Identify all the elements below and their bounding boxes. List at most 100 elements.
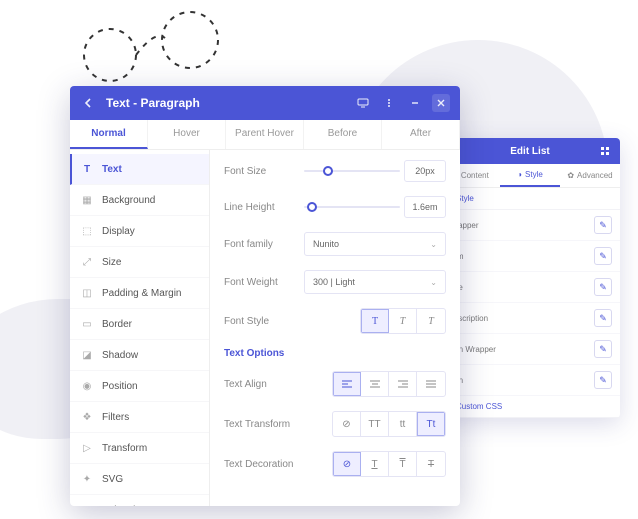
border-icon: ▭ (80, 317, 94, 331)
tab-after[interactable]: After (382, 120, 460, 149)
sidebar-item-position[interactable]: ◉Position (70, 371, 209, 402)
text-align-label: Text Align (224, 379, 304, 390)
transform-icon: ▷ (80, 441, 94, 455)
sidebar-item-svg[interactable]: ✦SVG (70, 464, 209, 495)
position-icon: ◉ (80, 379, 94, 393)
padding-margin-icon: ◫ (80, 286, 94, 300)
brush-button[interactable]: ✎ (594, 340, 612, 358)
text-decoration-label: Text Decoration (224, 459, 304, 470)
sidebar-item-background[interactable]: ▦Background (70, 185, 209, 216)
sidebar-item-shadow[interactable]: ◪Shadow (70, 340, 209, 371)
style-row-wrapper: Wrapper✎ (440, 210, 620, 241)
shadow-icon: ◪ (80, 348, 94, 362)
line-height-value[interactable]: 1.6em (404, 196, 446, 218)
tab-advanced[interactable]: ✿Advanced (560, 164, 620, 187)
style-row-item: Item✎ (440, 241, 620, 272)
panel-header: Text - Paragraph (70, 86, 460, 120)
font-style-label: Font Style (224, 316, 304, 327)
chevron-down-icon: ⌄ (430, 278, 437, 287)
animation-icon: ◎ (80, 503, 94, 506)
desktop-icon[interactable] (354, 94, 372, 112)
sidebar-item-filters[interactable]: ❖Filters (70, 402, 209, 433)
font-weight-label: Font Weight (224, 277, 304, 288)
font-style-oblique[interactable]: T (417, 309, 445, 333)
brush-button[interactable]: ✎ (594, 278, 612, 296)
grid-icon[interactable] (598, 144, 612, 158)
display-icon: ⬚ (80, 224, 94, 238)
style-row-icon: Icon✎ (440, 365, 620, 396)
size-icon: ⤢ (80, 255, 94, 269)
edit-list-title: Edit List (510, 146, 549, 157)
sidebar-item-transform[interactable]: ▷Transform (70, 433, 209, 464)
minimize-icon[interactable] (406, 94, 424, 112)
style-row-title: Title✎ (440, 272, 620, 303)
tab-style[interactable]: ◑Style (500, 164, 560, 187)
align-left[interactable] (333, 372, 361, 396)
sidebar-item-animation[interactable]: ◎Animation (70, 495, 209, 506)
sidebar-item-padding-margin[interactable]: ◫Padding & Margin (70, 278, 209, 309)
brush-button[interactable]: ✎ (594, 216, 612, 234)
custom-css-section[interactable]: ▸Custom CSS (440, 396, 620, 418)
transform-lower[interactable]: tt (389, 412, 417, 436)
close-icon[interactable] (432, 94, 450, 112)
palette-icon: ◑ (517, 170, 522, 179)
brush-button[interactable]: ✎ (594, 309, 612, 327)
sidebar-item-display[interactable]: ⬚Display (70, 216, 209, 247)
tab-hover[interactable]: Hover (148, 120, 226, 149)
text-transform-label: Text Transform (224, 419, 304, 430)
font-style-normal[interactable]: T (361, 309, 389, 333)
edit-list-panel: Edit List ✎Content ◑Style ✿Advanced ▾Sty… (440, 138, 620, 418)
transform-none[interactable]: ⊘ (333, 412, 361, 436)
font-weight-select[interactable]: 300 | Light⌄ (304, 270, 446, 294)
state-tabs: Normal Hover Parent Hover Before After (70, 120, 460, 150)
decoration-overline[interactable]: T (389, 452, 417, 476)
svg-icon: ✦ (80, 472, 94, 486)
align-justify[interactable] (417, 372, 445, 396)
text-decoration-buttons: ⊘ T T T (332, 451, 446, 477)
gear-icon: ✿ (567, 171, 574, 180)
font-size-label: Font Size (224, 166, 304, 177)
property-sidebar: TText ▦Background ⬚Display ⤢Size ◫Paddin… (70, 150, 210, 506)
sidebar-item-border[interactable]: ▭Border (70, 309, 209, 340)
decoration-none[interactable]: ⊘ (333, 452, 361, 476)
align-center[interactable] (361, 372, 389, 396)
property-content: Font Size 20px Line Height 1.6em Font fa… (210, 150, 460, 506)
decorative-dashes (60, 10, 240, 90)
font-style-buttons: T T T (360, 308, 446, 334)
text-icon: T (80, 162, 94, 176)
decoration-underline[interactable]: T (361, 452, 389, 476)
text-transform-buttons: ⊘ TT tt Tt (332, 411, 446, 437)
brush-button[interactable]: ✎ (594, 371, 612, 389)
panel-title: Text - Paragraph (106, 96, 200, 110)
chevron-down-icon: ⌄ (430, 240, 437, 249)
filters-icon: ❖ (80, 410, 94, 424)
style-section-header[interactable]: ▾Style (440, 188, 620, 210)
sidebar-item-text[interactable]: TText (70, 154, 209, 185)
tab-before[interactable]: Before (304, 120, 382, 149)
style-row-description: Description✎ (440, 303, 620, 334)
font-family-label: Font family (224, 239, 304, 250)
sidebar-item-size[interactable]: ⤢Size (70, 247, 209, 278)
style-row-icon-wrapper: Icon Wrapper✎ (440, 334, 620, 365)
text-options-title: Text Options (224, 348, 446, 359)
transform-capitalize[interactable]: Tt (417, 412, 445, 436)
text-align-buttons (332, 371, 446, 397)
font-family-select[interactable]: Nunito⌄ (304, 232, 446, 256)
transform-upper[interactable]: TT (361, 412, 389, 436)
line-height-label: Line Height (224, 202, 304, 213)
line-height-slider[interactable] (304, 206, 400, 208)
style-panel: Text - Paragraph Normal Hover Parent Hov… (70, 86, 460, 506)
decoration-strike[interactable]: T (417, 452, 445, 476)
tab-parent-hover[interactable]: Parent Hover (226, 120, 304, 149)
back-icon[interactable] (80, 94, 98, 112)
font-size-value[interactable]: 20px (404, 160, 446, 182)
font-size-slider[interactable] (304, 170, 400, 172)
more-icon[interactable] (380, 94, 398, 112)
brush-button[interactable]: ✎ (594, 247, 612, 265)
background-icon: ▦ (80, 193, 94, 207)
font-style-italic[interactable]: T (389, 309, 417, 333)
edit-list-tabs: ✎Content ◑Style ✿Advanced (440, 164, 620, 188)
align-right[interactable] (389, 372, 417, 396)
edit-list-header: Edit List (440, 138, 620, 164)
tab-normal[interactable]: Normal (70, 120, 148, 149)
